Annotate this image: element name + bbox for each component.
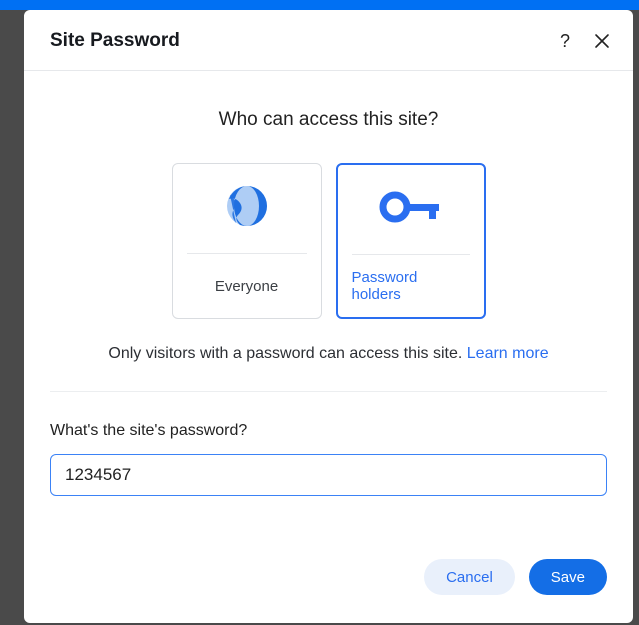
dialog-title: Site Password <box>50 30 180 52</box>
access-description-text: Only visitors with a password can access… <box>108 345 462 362</box>
dialog-body: Who can access this site? Everyone <box>24 71 633 559</box>
learn-more-link[interactable]: Learn more <box>467 345 549 362</box>
dialog-header: Site Password ? <box>24 10 633 71</box>
save-button[interactable]: Save <box>529 559 607 595</box>
access-description: Only visitors with a password can access… <box>50 345 607 392</box>
option-everyone-label: Everyone <box>215 254 278 318</box>
password-field-label: What's the site's password? <box>50 422 607 440</box>
site-password-dialog: Site Password ? Who can access this site… <box>24 10 633 623</box>
option-everyone-icon-wrap <box>187 164 307 254</box>
globe-icon <box>226 185 268 232</box>
key-icon <box>379 189 443 230</box>
password-field-group: What's the site's password? <box>50 422 607 496</box>
option-everyone[interactable]: Everyone <box>172 163 322 319</box>
password-input[interactable] <box>50 454 607 496</box>
option-password-holders[interactable]: Password holders <box>336 163 486 319</box>
access-options: Everyone Password holders <box>50 163 607 319</box>
close-icon[interactable] <box>593 32 611 50</box>
header-actions: ? <box>555 31 611 52</box>
cancel-button[interactable]: Cancel <box>424 559 515 595</box>
app-top-bar <box>0 0 639 10</box>
help-icon[interactable]: ? <box>555 31 575 52</box>
option-password-label: Password holders <box>352 255 470 317</box>
option-password-icon-wrap <box>352 165 470 255</box>
access-question: Who can access this site? <box>50 109 607 131</box>
dialog-footer: Cancel Save <box>24 559 633 623</box>
